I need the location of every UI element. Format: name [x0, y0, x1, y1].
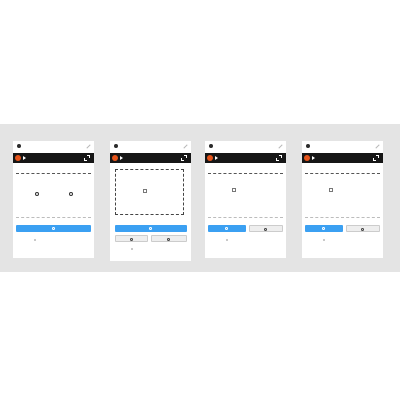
- expand-icon[interactable]: [276, 155, 282, 161]
- primary-action-button[interactable]: [115, 225, 187, 232]
- panel-footer: [208, 238, 283, 242]
- upload-icon: [232, 188, 236, 192]
- refresh-icon: [149, 226, 152, 230]
- canvas-area[interactable]: [13, 173, 94, 218]
- avatar-icon: [306, 144, 310, 148]
- secondary-button-a[interactable]: [115, 235, 148, 242]
- widget-panel-1: [13, 141, 94, 258]
- footer-icon: [323, 239, 325, 241]
- expand-icon[interactable]: [181, 155, 187, 161]
- refresh-icon: [167, 237, 170, 241]
- brand-dot-icon: [112, 155, 118, 161]
- pencil-icon[interactable]: [277, 143, 283, 149]
- refresh-icon: [225, 226, 228, 230]
- player-bar: [205, 153, 286, 163]
- play-icon[interactable]: [23, 156, 26, 160]
- pencil-icon[interactable]: [374, 143, 380, 149]
- node-handle[interactable]: [69, 192, 73, 196]
- pencil-icon[interactable]: [85, 143, 91, 149]
- play-icon[interactable]: [312, 156, 315, 160]
- canvas-area[interactable]: [205, 173, 286, 218]
- footer-icon: [226, 239, 228, 241]
- divider: [305, 173, 380, 174]
- drop-zone[interactable]: [115, 169, 184, 215]
- widget-panel-3: [205, 141, 286, 258]
- primary-action-button[interactable]: [16, 225, 91, 232]
- footer-icon: [34, 239, 36, 241]
- panel-footer: [113, 247, 188, 251]
- brand-dot-icon: [304, 155, 310, 161]
- pencil-icon[interactable]: [182, 143, 188, 149]
- divider: [208, 173, 283, 174]
- refresh-icon: [322, 226, 325, 230]
- canvas-area[interactable]: [302, 173, 383, 218]
- expand-icon[interactable]: [84, 155, 90, 161]
- upload-icon: [329, 188, 333, 192]
- panel-header: [302, 141, 383, 151]
- expand-icon[interactable]: [373, 155, 379, 161]
- player-bar: [110, 153, 191, 163]
- divider: [16, 173, 91, 174]
- secondary-button[interactable]: [249, 225, 283, 232]
- player-bar: [13, 153, 94, 163]
- play-icon[interactable]: [215, 156, 218, 160]
- primary-action-button[interactable]: [305, 225, 343, 232]
- upload-icon: [143, 189, 147, 193]
- avatar-icon: [114, 144, 118, 148]
- node-handle[interactable]: [35, 192, 39, 196]
- panel-header: [13, 141, 94, 151]
- avatar-icon: [209, 144, 213, 148]
- player-bar: [302, 153, 383, 163]
- brand-dot-icon: [207, 155, 213, 161]
- refresh-icon: [129, 237, 133, 241]
- avatar-icon: [17, 144, 21, 148]
- secondary-button[interactable]: [346, 225, 380, 232]
- divider: [16, 217, 91, 218]
- refresh-icon: [361, 227, 364, 231]
- footer-icon: [131, 248, 133, 250]
- panel-header: [110, 141, 191, 151]
- refresh-icon: [264, 227, 267, 231]
- panel-footer: [305, 238, 380, 242]
- brand-dot-icon: [15, 155, 21, 161]
- panel-footer: [16, 238, 91, 242]
- refresh-icon: [51, 226, 55, 230]
- widget-panel-2: [110, 141, 191, 261]
- divider: [208, 217, 283, 218]
- panel-header: [205, 141, 286, 151]
- secondary-button-b[interactable]: [151, 235, 187, 242]
- widget-panel-4: [302, 141, 383, 258]
- divider: [305, 217, 380, 218]
- play-icon[interactable]: [120, 156, 123, 160]
- primary-action-button[interactable]: [208, 225, 246, 232]
